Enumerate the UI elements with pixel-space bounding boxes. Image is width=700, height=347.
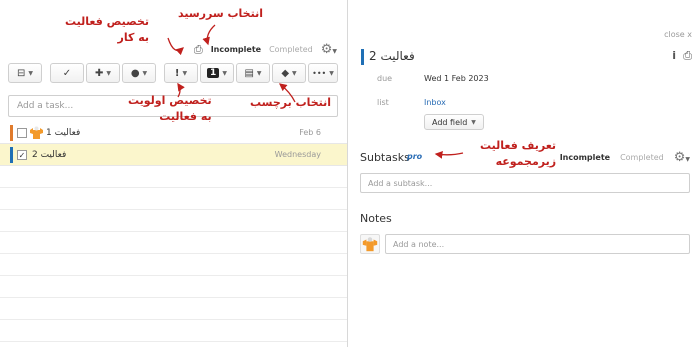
more-button[interactable]: ••• ▼ (308, 63, 338, 83)
task-row[interactable]: فعالیت 1 Feb 6 (0, 122, 347, 144)
task-list: فعالیت 1 Feb 6 ✓ فعالیت 2 Wednesday (0, 122, 347, 342)
printer-icon[interactable]: ⎙ (683, 49, 692, 63)
empty-row (0, 210, 347, 232)
chevron-down-icon: ▼ (182, 69, 188, 77)
chevron-down-icon: ▼ (329, 69, 334, 77)
gear-icon[interactable]: ⚙▼ (674, 150, 690, 165)
complete-button[interactable]: ✓ (50, 63, 84, 83)
task-detail-pane: close x فعالیت 2 i ⎙ due Wed 1 Feb 2023 … (349, 0, 700, 347)
printer-icon[interactable]: ⎙ (194, 43, 203, 57)
detail-title[interactable]: فعالیت 2 (369, 49, 415, 63)
empty-row (0, 276, 347, 298)
annotation-assign: تخصیص فعالیت به کار (65, 15, 150, 44)
gear-icon[interactable]: ⚙▼ (321, 42, 337, 57)
task-date: Feb 6 (299, 128, 321, 137)
add-field-button[interactable]: Add field ▼ (424, 114, 484, 130)
priority-icon: ! (174, 67, 180, 79)
tag-icon: ◆ (281, 67, 290, 79)
tag-button[interactable]: ◆ ▼ (272, 63, 306, 83)
due-label: due (377, 74, 393, 83)
empty-row (0, 232, 347, 254)
tab-incomplete[interactable]: Incomplete (560, 153, 610, 162)
chevron-down-icon: ▼ (471, 118, 476, 126)
task-checkbox[interactable]: ✓ (17, 150, 27, 160)
notes-title: Notes (360, 212, 392, 225)
list-label: list (377, 98, 389, 107)
task-date: Wednesday (274, 150, 321, 159)
person-icon: ● (130, 67, 140, 79)
empty-row (0, 298, 347, 320)
select-toggle-button[interactable]: ⊟ ▼ (8, 63, 42, 83)
avatar-icon (30, 126, 43, 139)
move-list-button[interactable]: ▤ ▼ (236, 63, 270, 83)
tab-incomplete[interactable]: Incomplete (211, 45, 261, 54)
subtask-filter-tabs: Incomplete Completed ⚙▼ (560, 150, 690, 165)
annotation-tag: انتخاب برچسب (250, 96, 332, 109)
pro-badge: pro (407, 152, 423, 161)
more-icon: ••• (312, 68, 327, 78)
list-filter-tabs: ⎙ Incomplete Completed ⚙▼ (194, 42, 337, 57)
priority-button[interactable]: ! ▼ (164, 63, 198, 83)
assign-button[interactable]: ✚ ▼ (86, 63, 120, 83)
empty-row (0, 188, 347, 210)
add-field-label: Add field (432, 117, 468, 127)
add-subtask-input[interactable] (360, 173, 690, 193)
minus-square-icon: ⊟ (16, 67, 26, 79)
list-value[interactable]: Inbox (424, 98, 446, 107)
due-value[interactable]: Wed 1 Feb 2023 (424, 74, 489, 83)
checkmark-icon: ✓ (62, 67, 72, 79)
chevron-down-icon: ▼ (256, 69, 262, 77)
chevron-down-icon: ▼ (292, 69, 297, 77)
chevron-down-icon: ▼ (142, 69, 148, 77)
tab-completed[interactable]: Completed (269, 45, 313, 54)
chevron-down-icon: ▼ (222, 69, 227, 77)
chevron-down-icon: ▼ (28, 69, 33, 77)
annotation-priority: تخصیص اولویت به فعالیت (128, 94, 212, 123)
task-row[interactable]: ✓ فعالیت 2 Wednesday (0, 144, 347, 166)
task-toolbar: ⊟ ▼ ✓ ✚ ▼ ● ▼ ! ▼ 1 ▼ ▤ ▼ ◆ ▼ ••• ▼ (8, 63, 338, 83)
add-note-input[interactable] (385, 234, 690, 254)
tab-completed[interactable]: Completed (620, 153, 664, 162)
empty-row (0, 254, 347, 276)
avatar (360, 234, 380, 254)
star-button[interactable]: 1 ▼ (200, 63, 234, 83)
annotation-due-date: انتخاب سررسید (178, 7, 263, 20)
task-title: فعالیت 1 (46, 128, 81, 138)
add-user-icon: ✚ (94, 67, 104, 79)
task-title: فعالیت 2 (32, 150, 67, 160)
list-icon: ▤ (244, 67, 254, 79)
task-list-pane: ⎙ Incomplete Completed ⚙▼ ⊟ ▼ ✓ ✚ ▼ ● ▼ ! ▼ … (0, 0, 348, 347)
priority-bar (10, 147, 13, 163)
subtasks-title: Subtasks (360, 151, 410, 164)
chevron-down-icon: ▼ (106, 69, 111, 77)
empty-row (0, 166, 347, 188)
annotation-subtask: تعریف فعالیت زیرمجموعه (480, 139, 557, 168)
priority-bar (361, 49, 364, 65)
star-count-icon: 1 (207, 68, 220, 78)
empty-row (0, 320, 347, 342)
assignee-button[interactable]: ● ▼ (122, 63, 156, 83)
priority-bar (10, 125, 13, 141)
close-button[interactable]: close x (664, 30, 692, 39)
task-checkbox[interactable] (17, 128, 27, 138)
info-icon[interactable]: i (672, 49, 676, 62)
